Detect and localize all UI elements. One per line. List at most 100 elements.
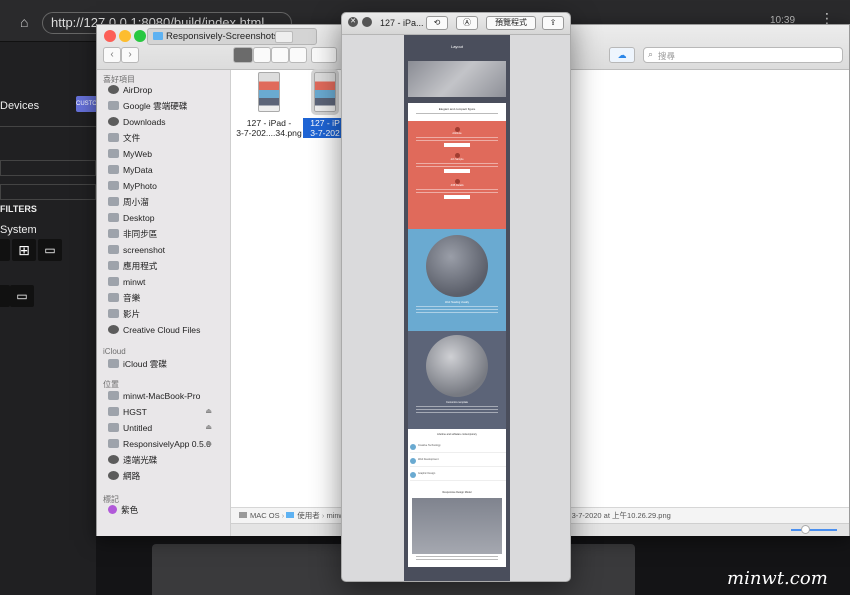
doc-button <box>444 143 470 147</box>
doc-intro-title: Elegant and compact figure <box>438 107 476 111</box>
sidebar-item-desktop[interactable]: Desktop <box>108 210 155 226</box>
folder-icon <box>108 245 119 254</box>
sidebar-item-downloads[interactable]: Downloads <box>108 114 166 130</box>
airdrop-icon <box>108 85 119 94</box>
devices-label: Devices <box>0 100 40 112</box>
network-icon <box>108 471 119 480</box>
doc-list-item: Creative Technology <box>410 444 506 453</box>
purple-tag-icon <box>108 505 117 514</box>
eject-icon[interactable]: ⏏ <box>205 420 212 436</box>
sidebar-item-home[interactable]: minwt <box>108 274 145 290</box>
file-thumbnail <box>311 69 339 115</box>
fullscreen-icon[interactable] <box>362 17 372 27</box>
desktop-icon[interactable]: ▭ <box>38 239 62 261</box>
folder-icon <box>108 165 119 174</box>
doc-blue-section: Web Heading Usually <box>408 229 506 331</box>
doc-button <box>444 169 470 173</box>
doc-sphere-image <box>426 235 488 297</box>
sidebar-item-network[interactable]: 網路 <box>108 468 140 484</box>
sidebar-item-async[interactable]: 非同步區 <box>108 226 157 242</box>
home-icon[interactable]: ⌂ <box>20 14 28 30</box>
sidebar-item-responsively[interactable]: ResponsivelyApp 0.5.0 ⏏ <box>108 436 224 452</box>
android-icon[interactable] <box>0 239 10 261</box>
film-icon <box>108 309 119 318</box>
eject-icon[interactable]: ⏏ <box>205 404 212 420</box>
sidebar-item-myphoto[interactable]: MyPhoto <box>108 178 157 194</box>
divider <box>0 126 96 127</box>
minimize-button[interactable] <box>119 30 131 42</box>
bg-input[interactable] <box>0 184 96 200</box>
new-tab-button[interactable] <box>275 31 293 43</box>
close-button[interactable] <box>104 30 116 42</box>
folder-icon <box>108 197 119 206</box>
sidebar-item-applications[interactable]: 應用程式 <box>108 258 157 274</box>
group-button[interactable] <box>311 47 337 63</box>
search-field[interactable]: ⌕ 搜尋 <box>643 47 843 63</box>
icon-size-slider[interactable] <box>791 529 837 531</box>
other-os-icon[interactable] <box>0 285 10 307</box>
forward-button[interactable]: › <box>121 47 139 63</box>
open-with-button[interactable]: 預覽程式 <box>486 16 536 30</box>
icon-view-button[interactable] <box>233 47 253 63</box>
doc-sphere-image <box>426 335 488 397</box>
sidebar-item-myweb[interactable]: MyWeb <box>108 146 152 162</box>
path-disk-icon <box>239 512 247 518</box>
monitor-icon[interactable]: ▭ <box>10 285 34 307</box>
folder-icon <box>108 229 119 238</box>
bg-input[interactable] <box>0 160 96 176</box>
gallery-view-button[interactable] <box>289 47 307 63</box>
sidebar-item-airdrop[interactable]: AirDrop <box>108 82 152 98</box>
windows-icon[interactable]: ⊞ <box>12 239 36 261</box>
zoom-button[interactable] <box>134 30 146 42</box>
doc-list-item: Graphic Design <box>410 472 506 481</box>
custom-button[interactable]: CUSTO <box>76 96 96 112</box>
path-item[interactable]: MAC OS <box>250 511 280 520</box>
quicklook-toolbar: ✕ 127 - iPa... ⟲ Ⓐ 預覽程式 ⇪ <box>342 13 570 35</box>
sidebar-item-music[interactable]: 音樂 <box>108 290 140 306</box>
download-icon <box>108 117 119 126</box>
file-name-line2: 3-7-202....34.png <box>236 128 302 138</box>
icloud-button[interactable]: ☁ <box>609 47 635 63</box>
doc-list-item: Web Development <box>410 458 506 467</box>
folder-icon <box>108 213 119 222</box>
list-view-button[interactable] <box>253 47 271 63</box>
sidebar-item-tag-purple[interactable]: 紫色 <box>108 502 138 518</box>
screenshot-preview: Layout Elegant and compact figure Attrib… <box>404 35 510 581</box>
sidebar-item-remote-disc[interactable]: 遠端光碟 <box>108 452 157 468</box>
folder-icon <box>108 149 119 158</box>
sidebar-item-untitled[interactable]: Untitled ⏏ <box>108 420 224 436</box>
sidebar-item-mydata[interactable]: MyData <box>108 162 153 178</box>
file-thumbnail <box>258 72 280 112</box>
rotate-button[interactable]: ⟲ <box>426 16 448 30</box>
sidebar-item-folder[interactable]: 周小溜 <box>108 194 149 210</box>
sidebar-item-icloud-drive[interactable]: iCloud 雲碟 <box>108 356 167 372</box>
finder-sidebar: 喜好項目 AirDrop Google 雲端硬碟 Downloads 文件 My… <box>97 70 231 536</box>
file-item[interactable]: 127 - iPad - 3-7-202....34.png <box>231 72 307 138</box>
eject-icon[interactable]: ⏏ <box>205 436 212 452</box>
music-icon <box>108 293 119 302</box>
path-item[interactable]: 使用者 <box>297 511 320 520</box>
back-button[interactable]: ‹ <box>103 47 121 63</box>
slider-knob[interactable] <box>801 525 810 534</box>
folder-icon <box>153 32 163 40</box>
sidebar-item-screenshot[interactable]: screenshot <box>108 242 165 258</box>
sidebar-item-creative-cloud[interactable]: Creative Cloud Files <box>108 322 200 338</box>
folder-icon <box>108 101 119 110</box>
system-label: System <box>0 224 37 236</box>
quicklook-title: 127 - iPa... <box>380 18 424 28</box>
sidebar-item-documents[interactable]: 文件 <box>108 130 140 146</box>
column-view-button[interactable] <box>271 47 289 63</box>
doc-footer <box>408 567 506 581</box>
cloud-icon <box>108 359 119 368</box>
close-icon[interactable]: ✕ <box>348 17 358 27</box>
sidebar-item-hgst[interactable]: HGST ⏏ <box>108 404 224 420</box>
sidebar-item-movies[interactable]: 影片 <box>108 306 140 322</box>
doc-header: Layout <box>408 35 506 103</box>
sidebar-item-google-drive[interactable]: Google 雲端硬碟 <box>108 98 187 114</box>
doc-image-block <box>412 498 502 554</box>
doc-footer-title: Responsive Design Model <box>442 491 472 494</box>
markup-button[interactable]: Ⓐ <box>456 16 478 30</box>
applications-icon <box>108 261 119 270</box>
sidebar-item-macbook[interactable]: minwt-MacBook-Pro <box>108 388 224 404</box>
share-button[interactable]: ⇪ <box>542 16 564 30</box>
